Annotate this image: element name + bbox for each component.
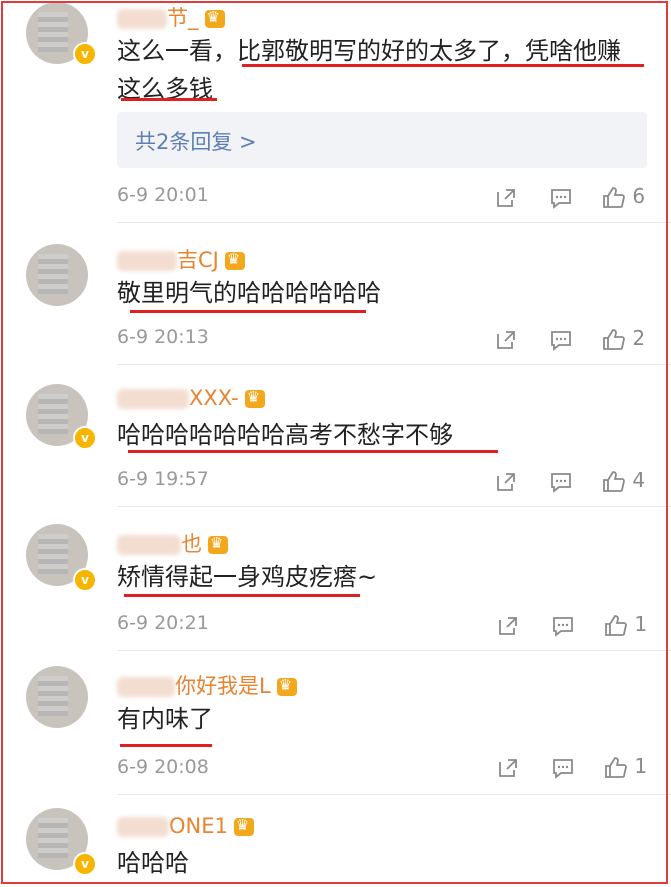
share-button[interactable] (494, 182, 518, 210)
like-count: 1 (634, 612, 648, 636)
comment-button[interactable] (549, 466, 573, 494)
avatar[interactable] (26, 666, 88, 728)
divider (117, 794, 671, 795)
crown-icon (208, 534, 228, 554)
username[interactable]: ONE1 (117, 814, 254, 838)
divider (117, 506, 671, 507)
timestamp: 6-9 20:08 (117, 756, 209, 778)
timestamp: 6-9 20:13 (117, 326, 209, 348)
red-underline (124, 594, 360, 597)
share-icon (497, 472, 515, 491)
like-icon (603, 186, 625, 208)
red-underline (130, 310, 366, 313)
share-icon (499, 616, 517, 635)
username[interactable]: XXX- (117, 386, 265, 410)
share-icon (499, 758, 517, 777)
crown-icon (233, 816, 254, 836)
red-underline (120, 744, 212, 747)
verified-badge-icon: v (73, 852, 97, 876)
like-count: 4 (632, 468, 646, 492)
comment-button[interactable] (551, 752, 575, 780)
share-button[interactable] (494, 466, 518, 494)
share-icon (497, 188, 515, 207)
red-underline (128, 450, 498, 453)
comment-icon (551, 188, 571, 209)
like-button[interactable]: 1 (604, 610, 647, 638)
comment-icon (551, 330, 571, 351)
comment-text: 矫情得起一身鸡皮疙瘩~ (117, 563, 378, 591)
like-icon (603, 470, 625, 492)
like-button[interactable]: 6 (602, 182, 645, 210)
verified-badge-icon: v (73, 42, 97, 66)
like-count: 2 (632, 326, 646, 350)
like-count: 1 (634, 754, 648, 778)
timestamp: 6-9 20:01 (117, 184, 209, 206)
red-underline (242, 64, 644, 67)
verified-badge-icon: v (73, 568, 97, 592)
username[interactable]: 也 (117, 528, 228, 558)
like-button[interactable]: 2 (602, 324, 645, 352)
comment-text: 哈哈哈 (117, 849, 189, 877)
divider (117, 222, 671, 223)
replies-link[interactable]: 共2条回复 > (117, 112, 647, 168)
like-count: 6 (632, 184, 646, 208)
timestamp: 6-9 19:57 (117, 468, 209, 490)
crown-icon (244, 388, 265, 408)
comment-text: 这么一看，比郭敬明写的好的太多了，凭啥他赚 这么多钱 (117, 37, 621, 103)
username[interactable]: 你好我是L (117, 670, 297, 700)
crown-icon (224, 250, 245, 270)
red-underline (121, 98, 217, 101)
username[interactable]: 吉CJ (117, 244, 245, 274)
divider (117, 650, 671, 651)
timestamp: 6-9 20:21 (117, 612, 209, 634)
share-button[interactable] (496, 610, 520, 638)
like-icon (605, 614, 627, 636)
comment-icon (553, 758, 573, 779)
share-button[interactable] (496, 752, 520, 780)
username[interactable]: 节_ (117, 2, 225, 32)
share-button[interactable] (494, 324, 518, 352)
comment-icon (551, 472, 571, 493)
comment-text: 敬里明气的哈哈哈哈哈哈 (117, 279, 381, 307)
avatar[interactable] (26, 244, 88, 306)
like-button[interactable]: 1 (604, 752, 647, 780)
like-icon (603, 328, 625, 350)
divider (117, 364, 671, 365)
crown-icon (276, 676, 297, 696)
comment-text: 有内味了 (117, 705, 213, 733)
comment-button[interactable] (549, 182, 573, 210)
verified-badge-icon: v (73, 426, 97, 450)
comment-button[interactable] (549, 324, 573, 352)
like-icon (605, 756, 627, 778)
share-icon (497, 330, 515, 349)
like-button[interactable]: 4 (602, 466, 645, 494)
comment-icon (553, 616, 573, 637)
comment-button[interactable] (551, 610, 575, 638)
crown-icon (204, 8, 225, 28)
comment-text: 哈哈哈哈哈哈哈高考不愁字不够 (117, 421, 453, 449)
